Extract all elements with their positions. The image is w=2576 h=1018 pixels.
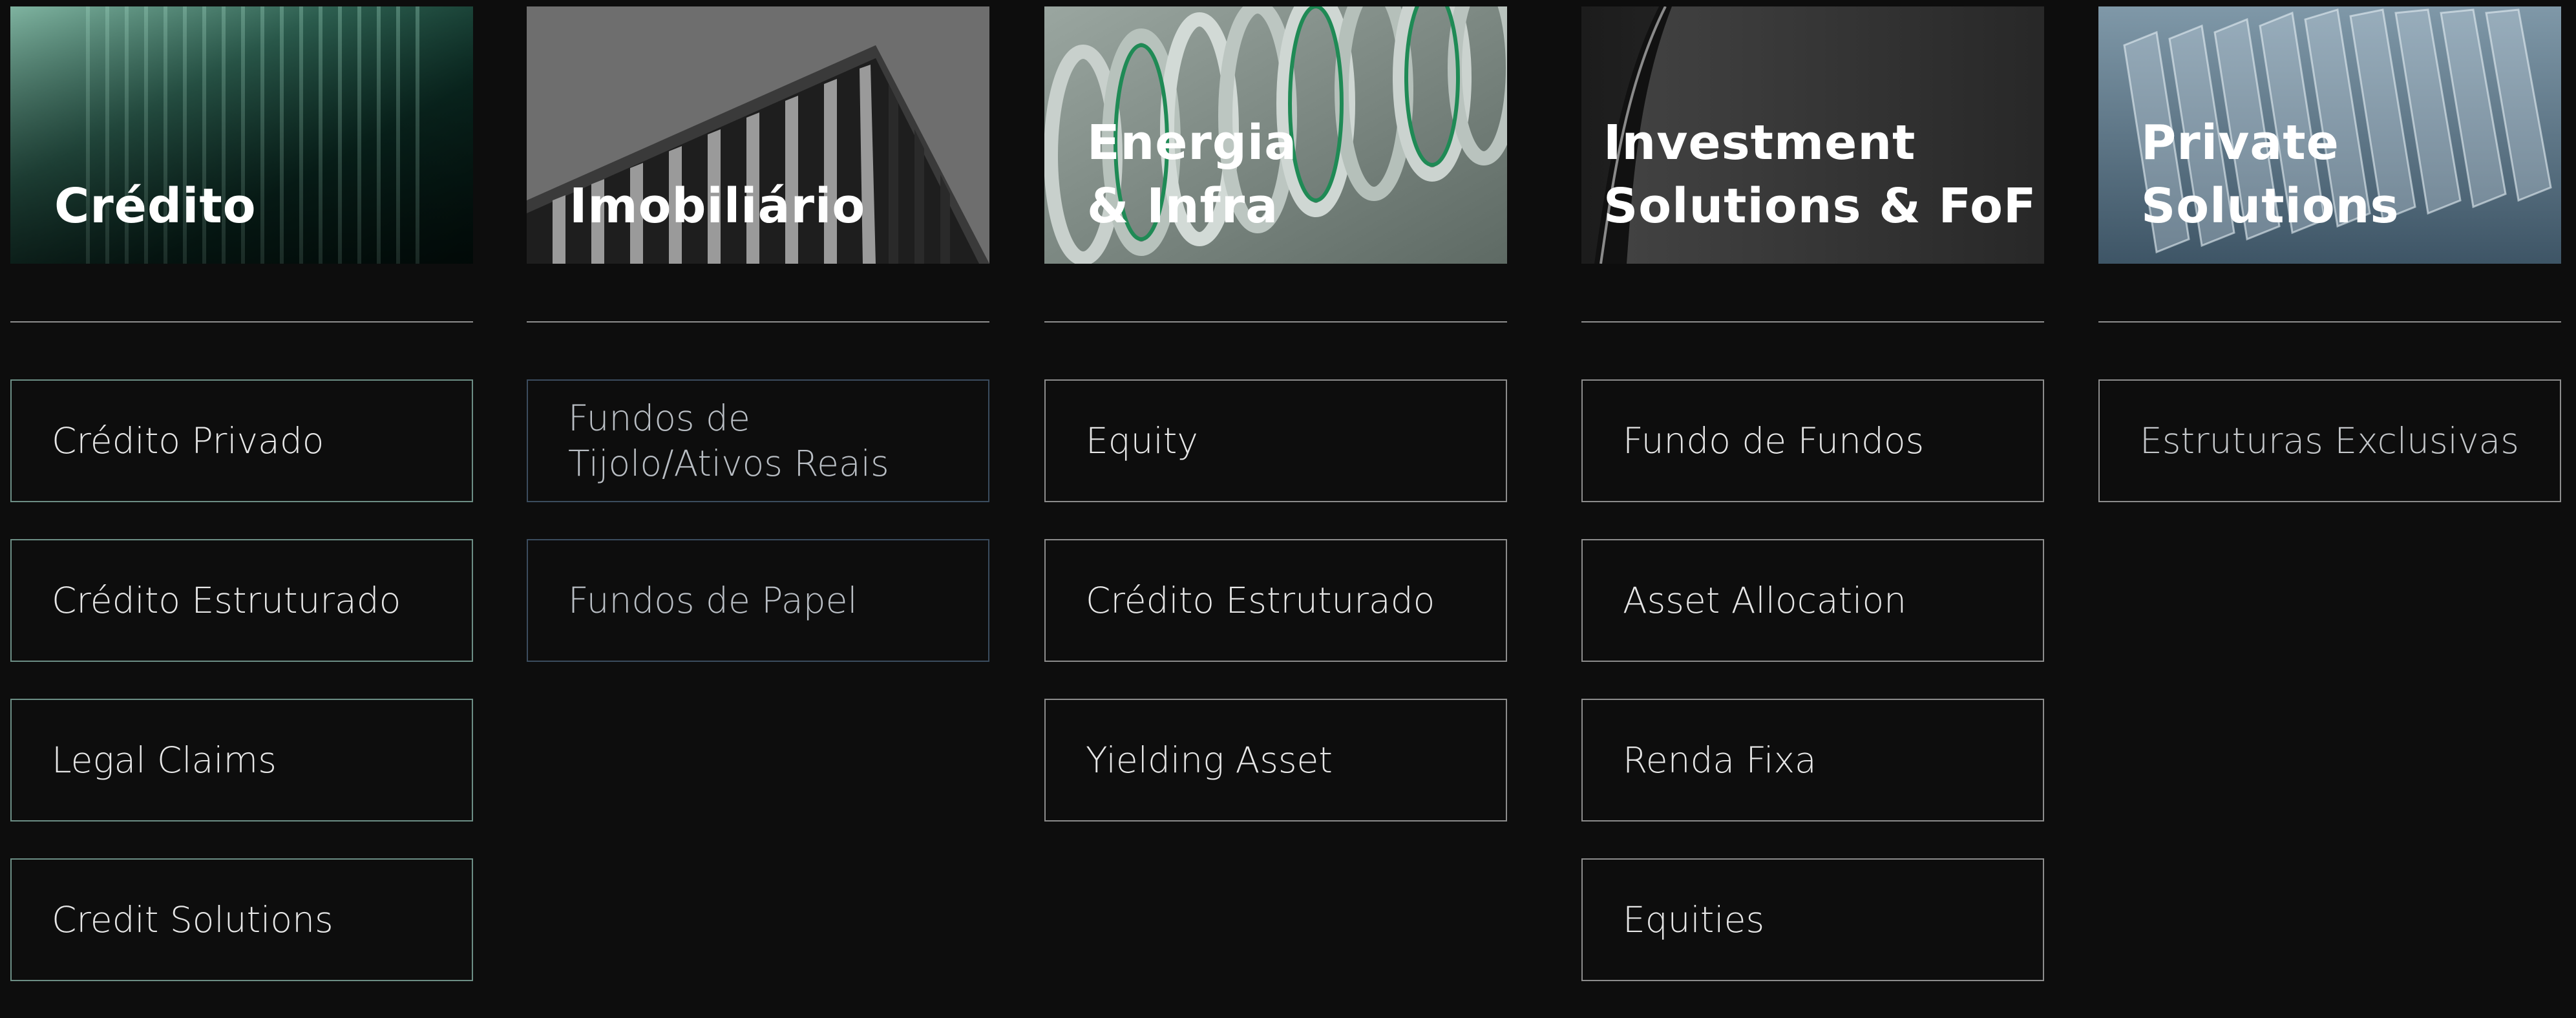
category-banner-imobiliario[interactable]: Imobiliário bbox=[527, 6, 989, 264]
divider bbox=[10, 321, 473, 323]
category-title: Investment Solutions & FoF bbox=[1603, 115, 2037, 234]
item-estruturas-exclusivas[interactable]: Estruturas Exclusivas bbox=[2098, 379, 2561, 502]
item-fundo-de-fundos[interactable]: Fundo de Fundos bbox=[1581, 379, 2044, 502]
item-legal-claims[interactable]: Legal Claims bbox=[10, 699, 473, 822]
category-title: Private Solutions bbox=[2141, 115, 2400, 234]
category-item-list: Fundo de Fundos Asset Allocation Renda F… bbox=[1581, 379, 2044, 1018]
divider bbox=[527, 321, 989, 323]
item-equities[interactable]: Equities bbox=[1581, 858, 2044, 981]
divider bbox=[1044, 321, 1507, 323]
category-title: Crédito bbox=[54, 178, 257, 234]
item-credito-estruturado[interactable]: Crédito Estruturado bbox=[1044, 539, 1507, 662]
item-renda-fixa[interactable]: Renda Fixa bbox=[1581, 699, 2044, 822]
category-title: Energia & Infra bbox=[1087, 115, 1298, 234]
item-fundos-de-tijolo[interactable]: Fundos de Tijolo/Ativos Reais bbox=[527, 379, 989, 502]
item-asset-allocation[interactable]: Asset Allocation bbox=[1581, 539, 2044, 662]
item-credit-solutions[interactable]: Credit Solutions bbox=[10, 858, 473, 981]
category-item-list: Fundos de Tijolo/Ativos Reais Fundos de … bbox=[527, 379, 989, 699]
category-banner-private-solutions[interactable]: Private Solutions bbox=[2098, 6, 2561, 264]
category-item-list: Estruturas Exclusivas bbox=[2098, 379, 2561, 539]
category-item-list: Crédito Privado Crédito Estruturado Lega… bbox=[10, 379, 473, 1018]
category-title: Imobiliário bbox=[569, 178, 866, 234]
divider bbox=[2098, 321, 2561, 323]
category-banner-energia-infra[interactable]: Energia & Infra bbox=[1044, 6, 1507, 264]
category-banner-credito[interactable]: Crédito bbox=[10, 6, 473, 264]
item-credito-estruturado[interactable]: Crédito Estruturado bbox=[10, 539, 473, 662]
item-fundos-de-papel[interactable]: Fundos de Papel bbox=[527, 539, 989, 662]
item-equity[interactable]: Equity bbox=[1044, 379, 1507, 502]
item-credito-privado[interactable]: Crédito Privado bbox=[10, 379, 473, 502]
category-item-list: Equity Crédito Estruturado Yielding Asse… bbox=[1044, 379, 1507, 858]
category-banner-investment-solutions[interactable]: Investment Solutions & FoF bbox=[1581, 6, 2044, 264]
divider bbox=[1581, 321, 2044, 323]
item-yielding-asset[interactable]: Yielding Asset bbox=[1044, 699, 1507, 822]
